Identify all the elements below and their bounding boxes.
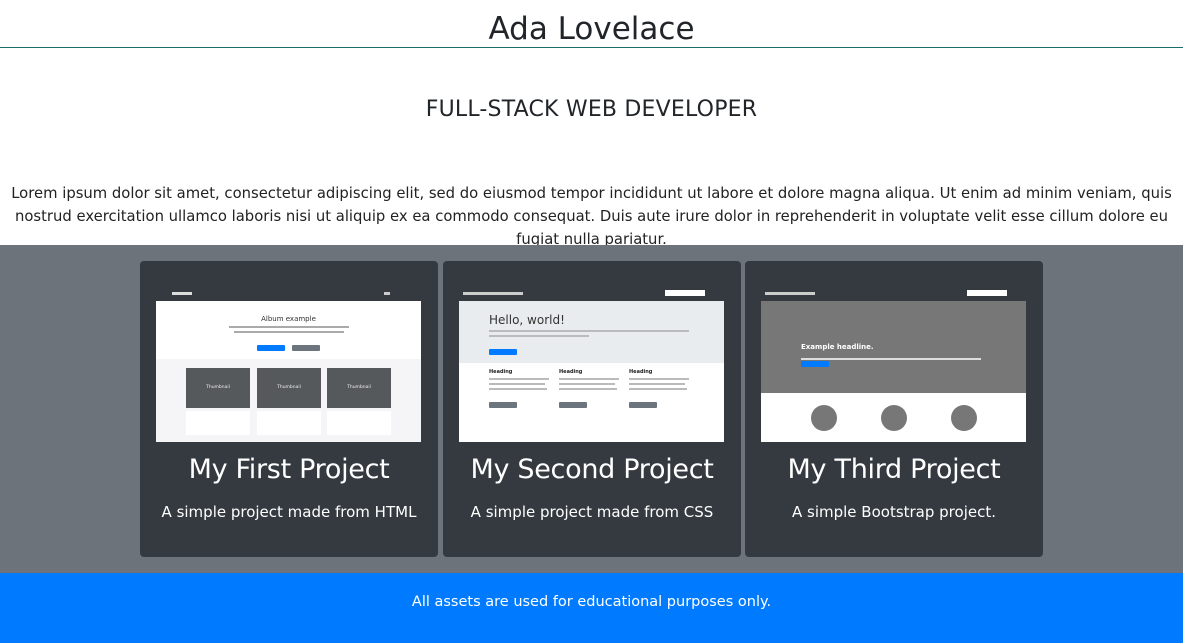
thumb-col-heading: Heading [489, 369, 513, 375]
thumb-tile: Thumbnail [186, 368, 250, 408]
thumb-col-heading: Heading [559, 369, 583, 375]
thumb-navbar [459, 287, 724, 301]
project-card-2[interactable]: Hello, world! Heading Heading Heading My… [443, 261, 741, 557]
project-description: A simple project made from HTML [161, 503, 417, 521]
site-footer: All assets are used for educational purp… [0, 573, 1183, 643]
project-thumbnail-3[interactable]: Example headline. [761, 287, 1026, 442]
thumb-hero: Album example [156, 301, 421, 359]
project-card-1[interactable]: Album example Thumbnail Thumbnail Thumbn… [140, 261, 438, 557]
project-card-3[interactable]: Example headline. My Third Project A sim… [745, 261, 1043, 557]
footer-text: All assets are used for educational purp… [411, 594, 772, 610]
projects-gallery: Album example Thumbnail Thumbnail Thumbn… [0, 245, 1183, 573]
site-header: Ada Lovelace [0, 0, 1183, 48]
site-title: Ada Lovelace [488, 11, 695, 47]
thumb-tile: Thumbnail [257, 368, 321, 408]
project-title: My First Project [188, 454, 390, 485]
thumb-carousel: Example headline. [761, 301, 1026, 393]
project-description: A simple Bootstrap project. [791, 503, 996, 521]
thumb-album-grid: Thumbnail Thumbnail Thumbnail [156, 359, 421, 442]
thumb-heading: Album example [261, 315, 316, 323]
project-thumbnail-1[interactable]: Album example Thumbnail Thumbnail Thumbn… [156, 287, 421, 442]
thumb-jumbotron: Hello, world! [459, 301, 724, 363]
thumb-heading: Example headline. [801, 343, 874, 351]
intro-paragraph: Lorem ipsum dolor sit amet, consectetur … [11, 185, 1172, 248]
project-thumbnail-2[interactable]: Hello, world! Heading Heading Heading [459, 287, 724, 442]
thumb-col-heading: Heading [629, 369, 653, 375]
thumb-navbar [761, 287, 1026, 301]
project-title: My Third Project [787, 454, 1001, 485]
project-title: My Second Project [470, 454, 714, 485]
thumb-marketing [761, 393, 1026, 442]
project-description: A simple project made from CSS [470, 503, 714, 521]
thumb-columns: Heading Heading Heading [459, 363, 724, 442]
thumb-heading: Hello, world! [489, 313, 565, 327]
thumb-navbar [156, 287, 421, 301]
thumb-tile: Thumbnail [327, 368, 391, 408]
